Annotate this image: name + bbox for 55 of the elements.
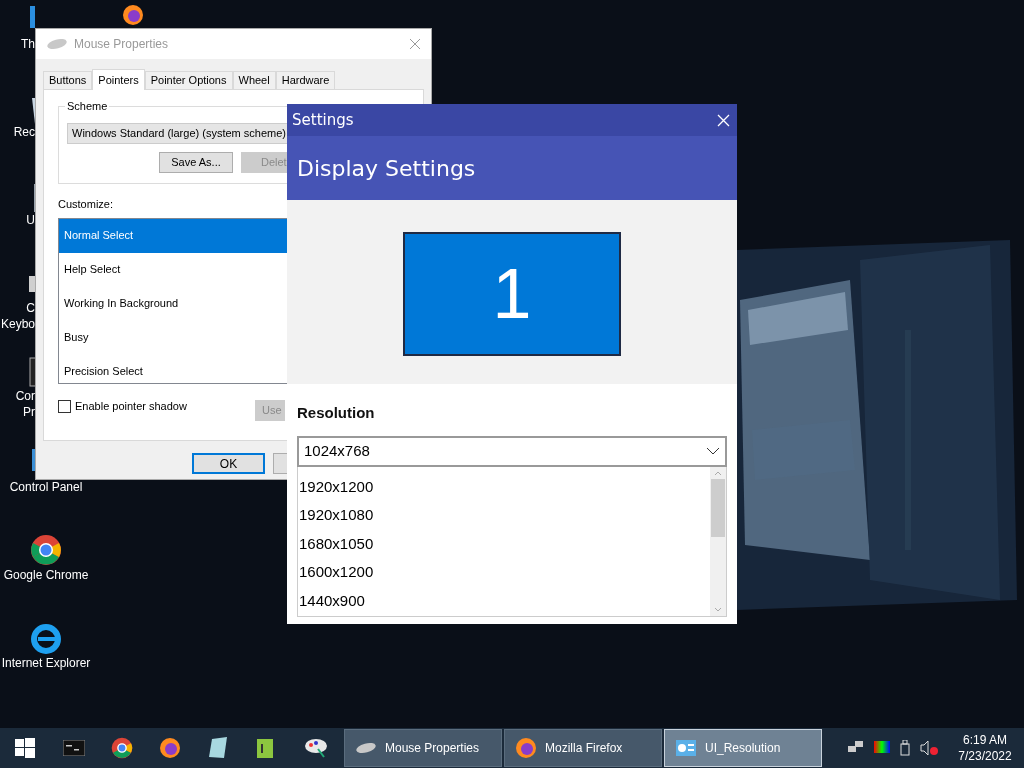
dropdown-option[interactable]: 1920x1080 [298, 501, 710, 530]
tab[interactable]: Pointer Options [144, 71, 233, 89]
tab[interactable]: Pointers [92, 69, 145, 90]
icon-label: Keybo [0, 317, 35, 332]
icon-label: Th [21, 37, 35, 52]
customize-label: Customize: [58, 197, 115, 212]
dropdown-option[interactable]: 1680x1050 [298, 529, 710, 559]
icon-label: Internet Explorer [1, 656, 91, 671]
usb-drive-icon[interactable] [900, 740, 910, 756]
terminal-icon[interactable] [63, 740, 85, 756]
ok-button[interactable]: OK [192, 453, 265, 474]
clock-date[interactable]: 7/23/2022 [958, 748, 1012, 764]
icon-label: Pr [23, 405, 35, 420]
browser-icon [30, 622, 62, 654]
app-window-icon [675, 739, 697, 757]
chrome-icon [30, 534, 62, 566]
tab[interactable]: Wheel [232, 71, 276, 89]
checkbox-label: Enable pointer shadow [75, 398, 188, 414]
tab[interactable]: Hardware [275, 71, 336, 89]
icon-label: C [26, 301, 35, 316]
paint-icon[interactable] [304, 737, 328, 759]
chrome-icon[interactable] [111, 737, 133, 759]
dropdown-option[interactable]: 1600x1200 [298, 558, 710, 587]
monitor-tile[interactable]: 1 [403, 232, 621, 356]
taskbar-button[interactable]: UI_Resolution [664, 729, 822, 767]
section-label: Resolution [297, 403, 376, 423]
firefox-icon[interactable] [159, 737, 181, 759]
resolution-dropdown[interactable]: 1024x768 [297, 435, 727, 467]
taskbar-button[interactable]: Mouse Properties [344, 729, 502, 767]
icon-label: Cor [15, 389, 35, 404]
dropdown-option[interactable]: 1440x900 [298, 586, 710, 616]
firefox-icon [122, 4, 144, 26]
dropdown-option[interactable]: 1920x1200 [298, 472, 710, 502]
mouse-icon [355, 742, 377, 754]
icon-label: Google Chrome [3, 568, 89, 583]
start-icon[interactable] [15, 738, 35, 758]
page-heading: Display Settings [297, 154, 476, 183]
checkbox[interactable] [58, 399, 71, 413]
notepad-icon[interactable] [208, 737, 228, 759]
network-icon[interactable] [848, 741, 864, 755]
chevron-down-icon [706, 447, 720, 455]
clock-time[interactable]: 6:19 AM [963, 732, 1007, 748]
window-title: Mouse Properties [74, 36, 169, 53]
speaker-muted-icon[interactable] [920, 740, 938, 756]
icon-label: Control Panel [9, 480, 83, 495]
display-icon[interactable] [874, 741, 890, 755]
scheme-button[interactable]: Save As... [159, 152, 233, 173]
taskbar-button[interactable]: Mozilla Firefox [504, 729, 662, 767]
editor-icon[interactable] [256, 737, 276, 759]
monitor-number: 1 [492, 259, 532, 329]
mouse-icon [46, 38, 68, 50]
tab[interactable]: Buttons [43, 71, 93, 89]
icon-label: Rec [13, 125, 35, 140]
firefox-icon [515, 737, 537, 759]
icon-label: U [26, 213, 35, 228]
